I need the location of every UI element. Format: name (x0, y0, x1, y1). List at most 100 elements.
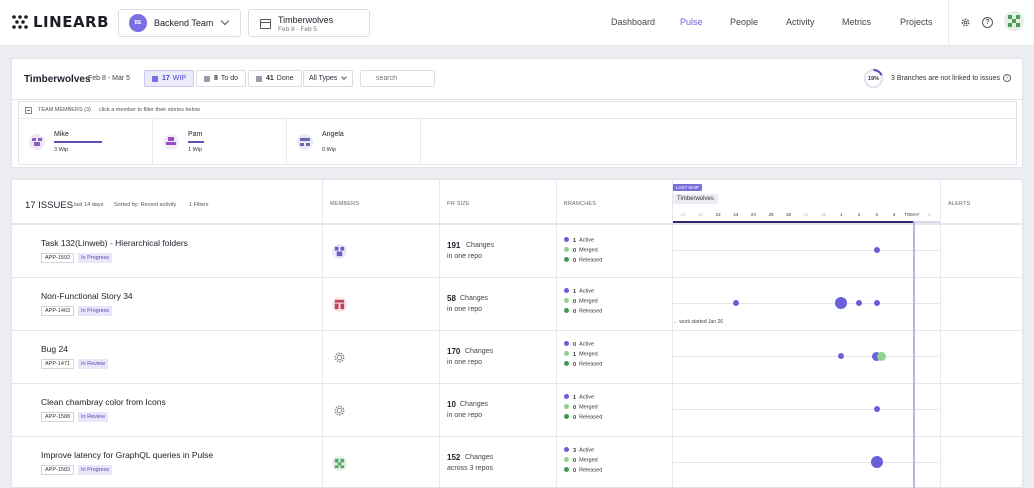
pr-changes-label: Changes (466, 242, 495, 249)
member-wip: 1 Wip (188, 147, 203, 153)
type-filter-dropdown[interactable]: All Types (303, 70, 353, 87)
nav-dashboard[interactable]: Dashboard (611, 17, 655, 27)
issue-key[interactable]: APP-1583 (41, 465, 75, 475)
table-row[interactable]: Improve latency for GraphQL queries in P… (12, 436, 1022, 488)
issue-title[interactable]: Improve latency for GraphQL queries in P… (41, 450, 213, 460)
issue-title[interactable]: Non-Functional Story 34 (41, 291, 133, 301)
timeline-event-dot[interactable] (856, 300, 862, 306)
table-row[interactable]: Task 132(Linweb) - Hierarchical folders … (12, 224, 1022, 277)
branch-released: 0 Released (564, 467, 602, 474)
timeline-event-dot[interactable] (873, 300, 880, 306)
team-selector[interactable]: BE Backend Team (118, 9, 241, 37)
issues-filters[interactable]: 1 Filters (189, 202, 209, 208)
gear-avatar-icon[interactable] (332, 403, 347, 418)
sprint-title: Timberwolves (24, 74, 91, 85)
table-row[interactable]: Non-Functional Story 34 APP-1463 In Prog… (12, 277, 1022, 330)
merged-label: Merged (579, 247, 598, 254)
issue-key[interactable]: APP-1588 (41, 412, 75, 422)
logo-text: LINEARB (33, 13, 110, 31)
pr-scope: in one repo (447, 412, 483, 419)
member-wip: 0 Wip (322, 147, 337, 153)
timeline-event-dot[interactable] (877, 351, 887, 361)
team-name: Backend Team (154, 18, 214, 28)
active-count: 3 (573, 447, 577, 454)
issue-title[interactable]: Clean chambray color from Icons (41, 397, 166, 407)
issues-sort[interactable]: Sorted by: Recent activity (114, 202, 176, 208)
gear-avatar-icon[interactable] (332, 350, 347, 365)
active-label: Active (579, 237, 595, 244)
timeline-event-dot[interactable] (873, 406, 880, 412)
nav-pulse[interactable]: Pulse (680, 17, 703, 27)
released-count: 0 (573, 257, 577, 264)
released-label: Released (579, 414, 603, 421)
nav-projects[interactable]: Projects (900, 17, 933, 27)
type-filter-value: All Types (309, 75, 338, 82)
issue-key[interactable]: APP-1592 (41, 253, 75, 263)
released-label: Released (579, 467, 603, 474)
issues-period[interactable]: last 14 days (74, 202, 103, 208)
nav-divider (948, 0, 949, 46)
merged-label: Merged (579, 457, 598, 464)
timeline-event-dot[interactable] (870, 456, 883, 468)
timeline-event-dot[interactable] (873, 247, 880, 253)
released-count: 0 (573, 308, 577, 315)
branch-active: 1 Active (564, 394, 594, 401)
linearb-logo[interactable]: LINEARB (11, 13, 109, 31)
green-pattern-avatar-icon[interactable] (332, 456, 347, 471)
member-card-mike[interactable]: Mike 3 Wip (19, 119, 153, 165)
purple-pattern-avatar-icon[interactable] (332, 244, 347, 259)
nav-activity[interactable]: Activity (786, 17, 815, 27)
user-avatar[interactable] (1004, 11, 1024, 31)
last-ship-badge: LAST SHIP (673, 184, 702, 191)
sprint-selector[interactable]: Timberwolves Feb 8 - Feb 5 (248, 9, 370, 37)
merged-dot-icon (564, 298, 569, 303)
merged-count: 0 (573, 247, 577, 254)
pr-changes-label: Changes (465, 348, 494, 355)
top-navbar: LINEARB BE Backend Team Timberwolves Feb… (0, 0, 1034, 46)
wip-filter-chip[interactable]: 17 WIP (144, 70, 195, 87)
team-members-hint: click a member to filter their stories b… (99, 107, 200, 113)
search-input[interactable] (360, 70, 435, 87)
calendar-icon (260, 19, 271, 29)
released-count: 0 (573, 467, 577, 474)
pr-changes-count: 170 (447, 347, 461, 356)
table-row[interactable]: Clean chambray color from Icons APP-1588… (12, 383, 1022, 436)
timeline-tick: 27 (803, 212, 809, 217)
nav-metrics[interactable]: Metrics (842, 17, 871, 27)
wip-color-marker (152, 75, 158, 82)
status-badge: In Progress (78, 306, 113, 316)
timeline-event-dot[interactable] (732, 300, 739, 306)
info-icon[interactable]: i (1003, 74, 1011, 82)
released-label: Released (579, 308, 603, 315)
done-color-marker (256, 75, 262, 82)
done-filter-chip[interactable]: 41 Done (248, 70, 302, 87)
unlinked-branches-text[interactable]: 3 Branches are not linked to issues (891, 75, 1000, 82)
timeline-event-dot[interactable] (835, 297, 848, 309)
table-row[interactable]: Bug 24 APP-1471 In Review 170 Changes in… (12, 330, 1022, 383)
team-members-checkbox[interactable] (25, 107, 32, 114)
help-icon[interactable]: ? (982, 17, 993, 28)
todo-filter-chip[interactable]: 8 To do (196, 70, 247, 87)
merged-label: Merged (579, 298, 598, 305)
issue-key[interactable]: APP-1471 (41, 359, 75, 369)
user-avatar-pattern (1008, 15, 1020, 27)
timeline-tick: 21 (698, 212, 704, 217)
timeline-event-dot[interactable] (838, 353, 845, 359)
issue-key[interactable]: APP-1463 (41, 306, 75, 316)
timeline-tick: 28 (821, 212, 827, 217)
released-dot-icon (564, 414, 569, 419)
member-card-angela[interactable]: Angela 0 Wip (287, 119, 421, 165)
pr-changes-count: 191 (447, 241, 461, 250)
nav-people[interactable]: People (730, 17, 758, 27)
panel-divider (12, 99, 1022, 100)
branch-merged: 0 Merged (564, 404, 598, 411)
member-card-pam[interactable]: Pam 1 Wip (153, 119, 287, 165)
gear-icon[interactable] (960, 17, 971, 28)
issue-title[interactable]: Task 132(Linweb) - Hierarchical folders (41, 238, 188, 248)
timeline-tick: 5 (928, 212, 931, 217)
red-pattern-avatar-icon[interactable] (332, 297, 347, 312)
branch-active: 1 Active (564, 288, 594, 295)
branch-released: 0 Released (564, 361, 602, 368)
issue-title[interactable]: Bug 24 (41, 344, 68, 354)
merged-count: 0 (573, 457, 577, 464)
